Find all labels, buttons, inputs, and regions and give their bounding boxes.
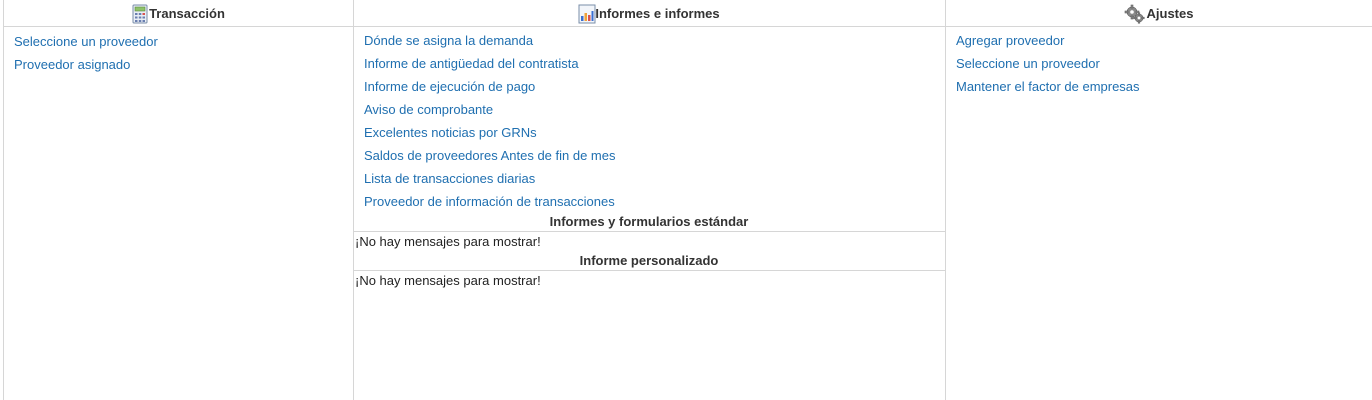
transaction-column: Transacción Seleccione un proveedor Prov… xyxy=(3,0,354,400)
list-item: Seleccione un proveedor xyxy=(14,30,353,53)
link-supplier-balances[interactable]: Saldos de proveedores Antes de fin de me… xyxy=(364,148,616,163)
link-daily-transactions[interactable]: Lista de transacciones diarias xyxy=(364,171,535,186)
reports-column: Informes e informes Dónde se asigna la d… xyxy=(353,0,946,400)
list-item: Mantener el factor de empresas xyxy=(956,75,1372,98)
standard-reports-empty: ¡No hay mensajes para mostrar! xyxy=(355,234,541,249)
link-contractor-aging[interactable]: Informe de antigüedad del contratista xyxy=(364,56,579,71)
gears-icon xyxy=(1124,4,1146,24)
standard-reports-heading: Informes y formularios estándar xyxy=(353,213,945,232)
link-voucher-notice[interactable]: Aviso de comprobante xyxy=(364,102,493,117)
transaction-links: Seleccione un proveedor Proveedor asigna… xyxy=(4,27,353,76)
list-item: Excelentes noticias por GRNs xyxy=(364,121,945,144)
custom-report-empty: ¡No hay mensajes para mostrar! xyxy=(355,273,541,288)
list-item: Proveedor de información de transaccione… xyxy=(364,190,945,213)
link-select-supplier-settings[interactable]: Seleccione un proveedor xyxy=(956,56,1100,71)
link-transaction-info[interactable]: Proveedor de información de transaccione… xyxy=(364,194,615,209)
bar-chart-icon xyxy=(578,4,596,24)
dashboard-panels: Transacción Seleccione un proveedor Prov… xyxy=(0,0,1372,400)
settings-title: Ajustes xyxy=(1146,5,1194,21)
list-item: Dónde se asigna la demanda xyxy=(364,29,945,52)
list-item: Seleccione un proveedor xyxy=(956,52,1372,75)
link-add-supplier[interactable]: Agregar proveedor xyxy=(956,33,1064,48)
settings-header: Ajustes xyxy=(945,0,1372,27)
list-item: Agregar proveedor xyxy=(956,29,1372,52)
settings-links: Agregar proveedor Seleccione un proveedo… xyxy=(945,27,1372,98)
list-item: Proveedor asignado xyxy=(14,53,353,76)
list-item: Informe de ejecución de pago xyxy=(364,75,945,98)
link-demand-assigned[interactable]: Dónde se asigna la demanda xyxy=(364,33,533,48)
reports-links: Dónde se asigna la demanda Informe de an… xyxy=(353,27,945,213)
link-grn-news[interactable]: Excelentes noticias por GRNs xyxy=(364,125,537,140)
list-item: Aviso de comprobante xyxy=(364,98,945,121)
transaction-title: Transacción xyxy=(149,5,225,21)
link-maintain-company-factor[interactable]: Mantener el factor de empresas xyxy=(956,79,1140,94)
transaction-header: Transacción xyxy=(4,0,353,27)
list-item: Lista de transacciones diarias xyxy=(364,167,945,190)
link-select-supplier[interactable]: Seleccione un proveedor xyxy=(14,34,158,49)
custom-report-heading: Informe personalizado xyxy=(353,252,945,271)
settings-column: Ajustes Agregar proveedor Seleccione un … xyxy=(945,0,1372,400)
calculator-icon xyxy=(132,4,148,24)
list-item: Saldos de proveedores Antes de fin de me… xyxy=(364,144,945,167)
link-assigned-supplier[interactable]: Proveedor asignado xyxy=(14,57,130,72)
list-item: Informe de antigüedad del contratista xyxy=(364,52,945,75)
reports-header: Informes e informes xyxy=(353,0,945,27)
reports-title: Informes e informes xyxy=(595,5,720,21)
link-payment-execution[interactable]: Informe de ejecución de pago xyxy=(364,79,535,94)
